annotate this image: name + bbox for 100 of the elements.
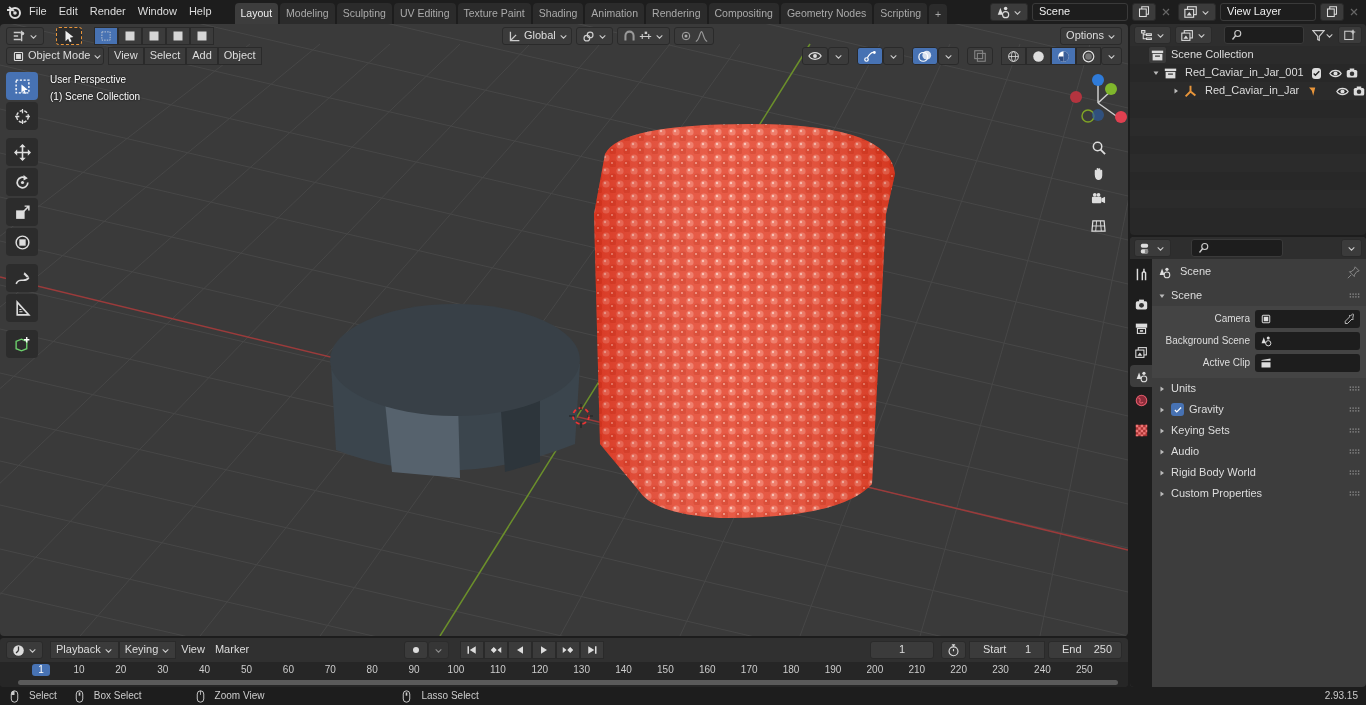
camera-icon[interactable] (1345, 67, 1358, 79)
properties-tab[interactable] (1130, 365, 1152, 387)
shading-button[interactable] (1026, 47, 1051, 65)
playhead-frame[interactable]: 1 (32, 664, 50, 676)
tool-button[interactable] (6, 102, 38, 130)
dropdown-button[interactable] (828, 47, 849, 65)
section-header[interactable]: Units (1171, 381, 1197, 396)
workspace-tab[interactable]: Shading (532, 3, 584, 24)
menu-button[interactable]: Select (143, 47, 187, 65)
tool-button[interactable] (6, 198, 38, 226)
playback-button[interactable] (556, 641, 580, 659)
workspace-tab[interactable]: UV Editing (393, 3, 456, 24)
start-frame-field[interactable]: Start 1 (969, 641, 1045, 659)
disclosure-triangle-icon[interactable] (1158, 468, 1166, 477)
menu-item[interactable]: Edit (53, 3, 83, 21)
section-header[interactable]: Keying Sets (1171, 423, 1230, 438)
close-icon[interactable] (1160, 6, 1172, 18)
view-layer-selector[interactable] (1178, 3, 1216, 21)
camera-icon[interactable] (1353, 85, 1366, 97)
playback-button[interactable] (460, 641, 484, 659)
workspace-tab[interactable]: Compositing (708, 3, 779, 24)
panel-title[interactable]: Scene (1171, 288, 1203, 303)
section-checkbox[interactable] (1171, 403, 1184, 416)
menu-button[interactable]: Marker (209, 641, 255, 659)
selection-mode-button[interactable] (118, 27, 142, 45)
filter-button[interactable] (1312, 28, 1334, 42)
tool-button[interactable] (6, 168, 38, 196)
menu-item[interactable]: Window (132, 3, 182, 21)
menu-button[interactable]: View (176, 641, 210, 659)
playback-button[interactable] (580, 641, 604, 659)
workspace-tab[interactable]: Animation (585, 3, 645, 24)
disclosure-triangle-icon[interactable] (1152, 69, 1160, 77)
workspace-tab[interactable]: Modeling (280, 3, 335, 24)
scene-selector[interactable] (990, 3, 1028, 21)
shading-button[interactable] (1076, 47, 1101, 65)
shading-button[interactable] (1051, 47, 1076, 65)
proportional-edit-button[interactable] (674, 27, 714, 45)
pivot-dropdown[interactable] (576, 27, 613, 45)
view-layer-button[interactable] (1175, 26, 1212, 44)
gizmo-toggle[interactable] (857, 47, 883, 65)
orientation-dropdown[interactable]: Global (502, 27, 572, 45)
dropdown-button[interactable] (938, 47, 959, 65)
active-tool-button[interactable] (56, 27, 82, 45)
search-field[interactable] (1224, 26, 1304, 44)
tool-button[interactable] (6, 294, 38, 322)
overlay-toggle[interactable] (912, 47, 938, 65)
auto-keyframe-button[interactable] (941, 641, 966, 659)
workspace-tab[interactable]: Layout (234, 3, 279, 24)
section-header[interactable]: Rigid Body World (1171, 465, 1256, 480)
tool-button[interactable] (6, 264, 38, 292)
new-collection-button[interactable] (1338, 26, 1362, 44)
selection-mode-button[interactable] (142, 27, 166, 45)
playback-button[interactable] (484, 641, 508, 659)
menu-item[interactable]: Help (183, 3, 217, 21)
end-frame-field[interactable]: End 250 (1048, 641, 1122, 659)
search-field[interactable] (1191, 239, 1283, 257)
tool-button[interactable] (6, 330, 38, 358)
blender-logo-icon[interactable] (6, 4, 22, 20)
playback-button[interactable] (508, 641, 532, 659)
disclosure-triangle-icon[interactable] (1158, 489, 1166, 498)
editor-type-button[interactable] (6, 27, 44, 45)
visibility-toggle[interactable] (802, 47, 828, 65)
disclosure-triangle-icon[interactable] (1158, 447, 1166, 456)
menu-item[interactable]: File (24, 3, 52, 21)
clip-field[interactable] (1255, 354, 1360, 372)
display-mode-button[interactable] (1134, 26, 1171, 44)
outliner-item[interactable]: Scene Collection (1171, 48, 1254, 62)
dropdown-button[interactable] (883, 47, 904, 65)
dropdown-button[interactable] (1101, 47, 1122, 65)
playback-button[interactable] (532, 641, 556, 659)
copy-button[interactable] (1320, 3, 1344, 21)
menu-button[interactable]: Object (217, 47, 262, 65)
tool-button[interactable] (6, 228, 38, 256)
current-frame-field[interactable]: 1 (870, 641, 934, 659)
workspace-tab[interactable]: Scripting (874, 3, 928, 24)
scene-field[interactable] (1255, 332, 1360, 350)
section-header[interactable]: Gravity (1189, 402, 1224, 417)
workspace-tab[interactable]: Rendering (646, 3, 707, 24)
editor-type-button[interactable] (6, 641, 43, 659)
tool-button[interactable] (6, 72, 38, 100)
disclosure-triangle-icon[interactable] (1158, 384, 1166, 393)
scene-name-field[interactable]: Scene (1032, 3, 1128, 21)
snap-button[interactable] (617, 27, 670, 45)
timeline-scrollbar[interactable] (18, 680, 1118, 685)
copy-button[interactable] (1132, 3, 1156, 21)
outliner-item[interactable]: Red_Caviar_in_Jar_001 (1185, 66, 1304, 80)
close-icon[interactable] (1348, 6, 1360, 18)
menu-button[interactable]: View (108, 47, 144, 65)
outliner-item[interactable]: Red_Caviar_in_Jar (1205, 84, 1300, 98)
menu-button[interactable]: Keying (118, 641, 177, 659)
selection-mode-button[interactable] (94, 27, 118, 45)
options-dropdown[interactable]: Options (1060, 27, 1122, 45)
record-button[interactable] (404, 641, 428, 659)
shading-button[interactable] (1001, 47, 1026, 65)
workspace-tab[interactable]: Sculpting (336, 3, 392, 24)
selection-mode-button[interactable] (166, 27, 190, 45)
add-workspace-button[interactable]: + (929, 3, 948, 25)
menu-item[interactable]: Render (84, 3, 131, 21)
section-header[interactable]: Audio (1171, 444, 1200, 459)
collection-button[interactable] (1148, 46, 1167, 64)
